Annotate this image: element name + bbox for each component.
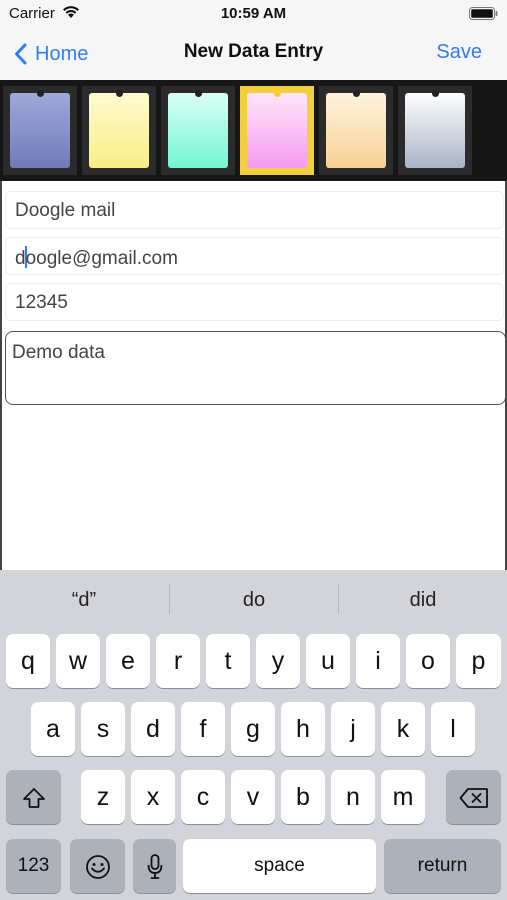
swatch-notch xyxy=(115,90,123,97)
emoji-key[interactable] xyxy=(70,839,125,893)
email-field-value-end: oogle@gmail.com xyxy=(25,248,178,269)
numbers-key[interactable]: 123 xyxy=(6,839,61,893)
title-field[interactable]: Doogle mail xyxy=(5,191,504,229)
suggestion-3[interactable]: did xyxy=(339,570,507,628)
swatch-notch xyxy=(36,90,44,97)
swatch-fill xyxy=(405,93,465,168)
swatch-fill xyxy=(89,93,149,168)
swatch-fill xyxy=(168,93,228,168)
key-z[interactable]: z xyxy=(81,770,125,824)
save-button[interactable]: Save xyxy=(436,41,482,64)
key-i[interactable]: i xyxy=(356,634,400,688)
notes-textarea[interactable]: Demo data xyxy=(5,331,506,405)
key-o[interactable]: o xyxy=(406,634,450,688)
key-m[interactable]: m xyxy=(381,770,425,824)
key-g[interactable]: g xyxy=(231,702,275,756)
return-key[interactable]: return xyxy=(384,839,501,893)
key-n[interactable]: n xyxy=(331,770,375,824)
key-s[interactable]: s xyxy=(81,702,125,756)
page-title: New Data Entry xyxy=(183,41,324,62)
status-bar: Carrier 10:59 AM xyxy=(0,0,507,28)
backspace-icon xyxy=(459,788,488,809)
space-key[interactable]: space xyxy=(183,839,376,893)
color-swatch-blue[interactable] xyxy=(3,86,77,175)
entry-form: Doogle mail doogle@gmail.com 12345 Demo … xyxy=(0,181,507,570)
key-k[interactable]: k xyxy=(381,702,425,756)
color-swatch-mint[interactable] xyxy=(161,86,235,175)
navigation-bar: Home New Data Entry Save xyxy=(0,28,507,80)
key-u[interactable]: u xyxy=(306,634,350,688)
key-f[interactable]: f xyxy=(181,702,225,756)
key-b[interactable]: b xyxy=(281,770,325,824)
key-r[interactable]: r xyxy=(156,634,200,688)
swatch-notch xyxy=(431,90,439,97)
swatch-notch xyxy=(273,90,281,97)
emoji-icon xyxy=(85,855,110,880)
microphone-icon xyxy=(147,854,162,880)
code-field[interactable]: 12345 xyxy=(5,283,504,321)
key-d[interactable]: d xyxy=(131,702,175,756)
key-t[interactable]: t xyxy=(206,634,250,688)
color-swatch-yellow[interactable] xyxy=(82,86,156,175)
email-field[interactable]: doogle@gmail.com xyxy=(5,237,504,275)
key-v[interactable]: v xyxy=(231,770,275,824)
swatch-notch xyxy=(194,90,202,97)
battery-icon xyxy=(469,7,498,25)
keyboard: “d” do did q w e r t y u i o p a s d f g… xyxy=(0,570,507,900)
swatch-notch xyxy=(352,90,360,97)
key-x[interactable]: x xyxy=(131,770,175,824)
code-field-value: 12345 xyxy=(15,292,68,313)
key-c[interactable]: c xyxy=(181,770,225,824)
shift-key[interactable] xyxy=(6,770,61,824)
key-e[interactable]: e xyxy=(106,634,150,688)
key-q[interactable]: q xyxy=(6,634,50,688)
delete-key[interactable] xyxy=(446,770,501,824)
swatch-fill xyxy=(326,93,386,168)
swatch-fill xyxy=(247,93,307,168)
color-swatch-peach[interactable] xyxy=(319,86,393,175)
color-swatch-pink[interactable] xyxy=(240,86,314,175)
dictation-key[interactable] xyxy=(133,839,176,893)
key-h[interactable]: h xyxy=(281,702,325,756)
suggestion-1[interactable]: “d” xyxy=(0,570,168,628)
notes-value: Demo data xyxy=(12,342,105,363)
shift-icon xyxy=(22,788,45,809)
suggestion-bar: “d” do did xyxy=(0,570,507,628)
color-picker xyxy=(0,80,507,181)
key-p[interactable]: p xyxy=(456,634,501,688)
key-j[interactable]: j xyxy=(331,702,375,756)
key-y[interactable]: y xyxy=(256,634,300,688)
suggestion-2[interactable]: do xyxy=(170,570,338,628)
key-w[interactable]: w xyxy=(56,634,100,688)
key-a[interactable]: a xyxy=(31,702,75,756)
key-l[interactable]: l xyxy=(431,702,475,756)
title-field-value: Doogle mail xyxy=(15,200,116,221)
swatch-fill xyxy=(10,93,70,168)
status-time: 10:59 AM xyxy=(220,5,287,22)
color-swatch-silver[interactable] xyxy=(398,86,472,175)
